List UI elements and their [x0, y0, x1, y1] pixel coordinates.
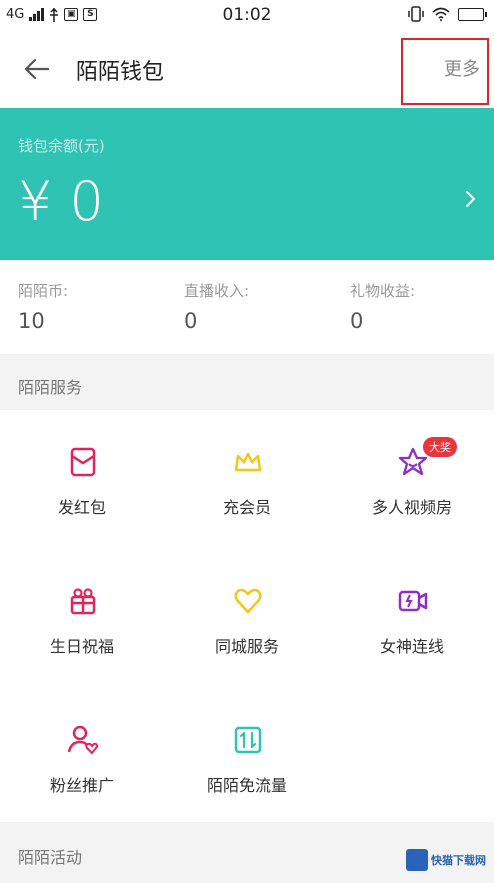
- status-right: [408, 6, 487, 22]
- service-label: 陌陌免流量: [206, 776, 287, 795]
- wallet-stats: 陌陌币: 10 直播收入: 0 礼物收益: 0: [0, 260, 494, 354]
- watermark-logo-icon: [406, 849, 428, 871]
- section-title: 陌陌活动: [18, 848, 83, 867]
- heart-icon: [234, 588, 262, 614]
- stat-label: 直播收入:: [184, 282, 250, 300]
- service-label: 充会员: [222, 498, 271, 517]
- user-heart-icon: [67, 725, 98, 755]
- stat-value: 0: [350, 309, 364, 333]
- chevron-right-icon: [466, 191, 476, 207]
- service-multi-video-room[interactable]: 大奖 多人视频房: [330, 410, 494, 547]
- back-arrow-icon[interactable]: [20, 52, 54, 86]
- more-button[interactable]: 更多: [444, 55, 480, 81]
- wallet-balance-card[interactable]: 钱包余额(元) ¥ 0: [0, 108, 494, 260]
- service-send-red-packet[interactable]: 发红包: [0, 410, 164, 547]
- service-label: 同城服务: [214, 637, 279, 656]
- service-fan-promotion[interactable]: 粉丝推广: [0, 688, 164, 825]
- status-bar: 4G ▣ S 01:02: [0, 0, 494, 32]
- gift-icon: [70, 588, 96, 615]
- section-title: 陌陌服务: [18, 378, 83, 397]
- stat-label: 礼物收益:: [350, 282, 416, 300]
- services-grid: 发红包 充会员 大奖 多人视频房 生日祝福 同城服务 女神连线 粉丝推广 陌陌免…: [0, 410, 494, 822]
- service-label: 多人视频房: [371, 498, 452, 517]
- service-vip-recharge[interactable]: 充会员: [165, 410, 329, 547]
- prize-badge: 大奖: [423, 437, 457, 457]
- stat-value: 10: [18, 309, 45, 333]
- service-birthday-wishes[interactable]: 生日祝福: [0, 549, 164, 686]
- service-label: 粉丝推广: [49, 776, 114, 795]
- stat-gift-earnings[interactable]: 礼物收益: 0: [350, 280, 415, 333]
- service-local-services[interactable]: 同城服务: [165, 549, 329, 686]
- service-label: 发红包: [57, 498, 106, 517]
- red-packet-icon: [70, 447, 96, 477]
- stat-live-income[interactable]: 直播收入: 0: [184, 280, 249, 333]
- wifi-icon: [432, 7, 450, 21]
- stat-value: 0: [184, 309, 198, 333]
- site-watermark: 快猫下载网: [406, 849, 486, 871]
- vibrate-icon: [408, 6, 424, 22]
- services-section-header: 陌陌服务: [0, 354, 494, 410]
- balance-label: 钱包余额(元): [18, 137, 105, 155]
- stat-momo-coins[interactable]: 陌陌币: 10: [18, 280, 68, 333]
- data-transfer-icon: [234, 726, 262, 754]
- stat-label: 陌陌币:: [18, 282, 69, 300]
- nav-bar: 陌陌钱包 更多: [0, 32, 494, 108]
- video-call-icon: [398, 590, 428, 612]
- service-goddess-call[interactable]: 女神连线: [330, 549, 494, 686]
- watermark-text: 快猫下载网: [431, 854, 486, 867]
- crown-icon: [234, 452, 262, 472]
- balance-value: ¥ 0: [18, 170, 104, 233]
- service-label: 女神连线: [379, 637, 444, 656]
- battery-icon: [458, 7, 487, 21]
- service-free-data[interactable]: 陌陌免流量: [165, 688, 329, 825]
- page-title: 陌陌钱包: [76, 60, 165, 85]
- service-label: 生日祝福: [49, 637, 114, 656]
